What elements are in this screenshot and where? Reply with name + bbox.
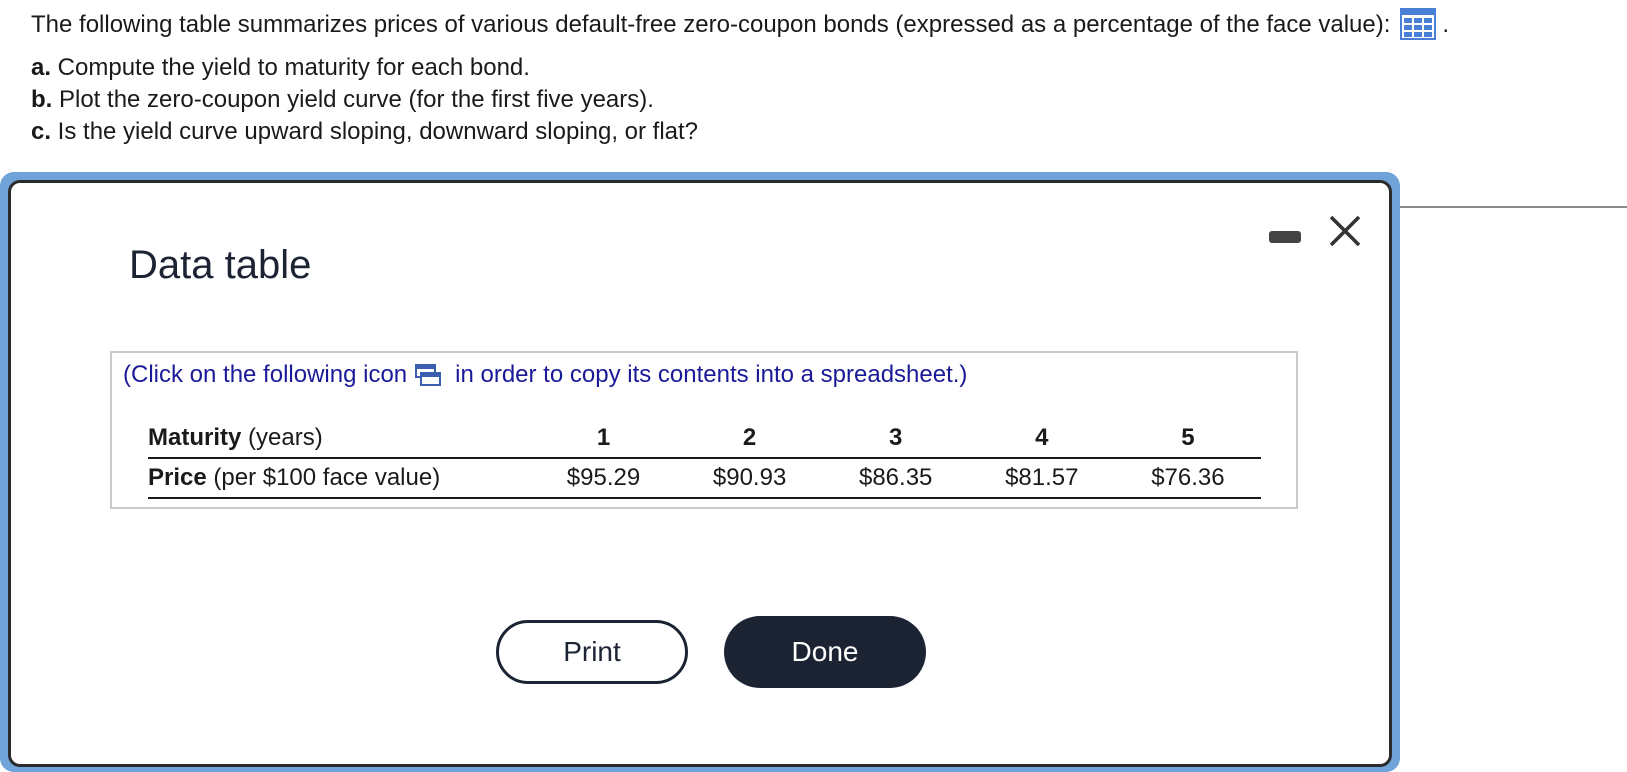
question-intro-suffix: .: [1442, 11, 1450, 38]
dialog-title: Data table: [129, 243, 312, 287]
close-icon[interactable]: [1327, 213, 1363, 249]
price-cell: $95.29: [530, 458, 677, 499]
question-part-c: c. Is the yield curve upward sloping, do…: [31, 116, 1621, 148]
part-text: Is the yield curve upward sloping, downw…: [51, 118, 699, 145]
part-letter: c.: [31, 118, 52, 145]
maturity-label: Maturity (years): [148, 419, 531, 459]
data-table-box: (Click on the following icon in order to …: [110, 351, 1298, 509]
minimize-icon[interactable]: [1269, 231, 1301, 243]
table-row: Price (per $100 face value) $95.29 $90.9…: [148, 458, 1261, 499]
part-text: Plot the zero-coupon yield curve (for th…: [52, 86, 654, 113]
question-intro-text: The following table summarizes prices of…: [31, 11, 1391, 38]
part-letter: b.: [31, 86, 53, 113]
part-letter: a.: [31, 54, 52, 81]
divider-line: [1400, 206, 1627, 208]
question-intro: The following table summarizes prices of…: [31, 8, 1621, 41]
maturity-cell: 5: [1114, 419, 1261, 459]
data-table-dialog: Data table (Click on the following icon i…: [0, 172, 1400, 772]
price-cell: $90.93: [676, 458, 823, 499]
maturity-cell: 1: [530, 419, 677, 459]
maturity-cell: 2: [676, 419, 823, 459]
done-button[interactable]: Done: [724, 616, 926, 688]
grid-table-icon[interactable]: [1400, 8, 1437, 40]
dialog-body: Data table (Click on the following icon i…: [8, 180, 1392, 767]
bond-price-table: Maturity (years) 1 2 3 4 5 Price (per $1…: [148, 419, 1261, 499]
price-cell: $86.35: [822, 458, 969, 499]
price-label: Price (per $100 face value): [148, 458, 531, 499]
price-cell: $81.57: [968, 458, 1115, 499]
part-text: Compute the yield to maturity for each b…: [51, 54, 530, 81]
copy-instruction: (Click on the following icon in order to …: [123, 361, 967, 389]
maturity-cell: 4: [968, 419, 1115, 459]
maturity-cell: 3: [822, 419, 969, 459]
question-part-b: b. Plot the zero-coupon yield curve (for…: [31, 84, 1621, 116]
copy-note-before: (Click on the following icon: [123, 361, 408, 388]
copy-note-after: in order to copy its contents into a spr…: [455, 361, 968, 388]
question-part-a: a. Compute the yield to maturity for eac…: [31, 52, 1621, 84]
price-cell: $76.36: [1114, 458, 1261, 499]
spreadsheet-copy-icon[interactable]: [415, 364, 442, 386]
question-text: The following table summarizes prices of…: [31, 8, 1621, 148]
print-button[interactable]: Print: [496, 620, 688, 684]
table-row: Maturity (years) 1 2 3 4 5: [148, 419, 1261, 459]
